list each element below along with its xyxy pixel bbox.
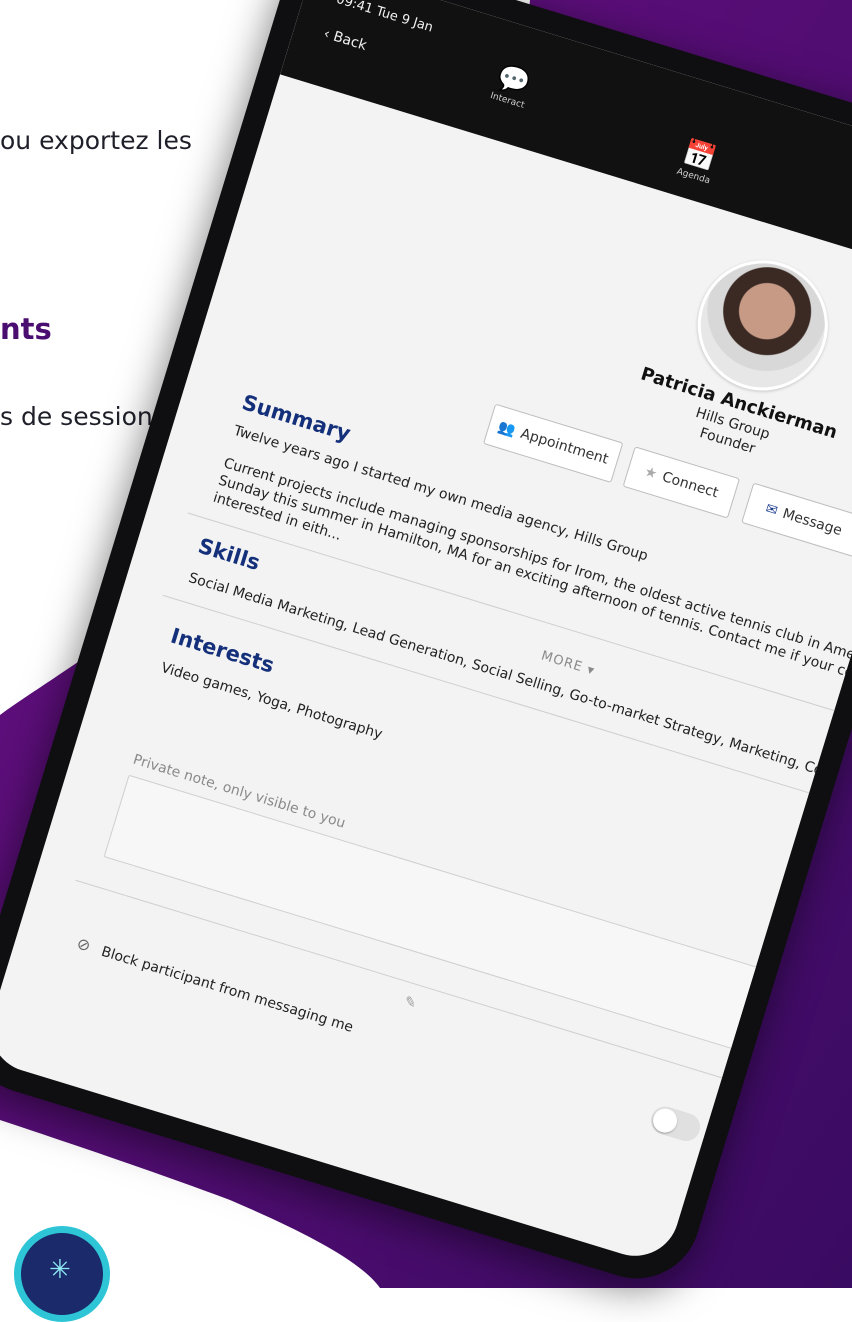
connect-button[interactable]: ★ Connect: [622, 446, 741, 519]
more-button[interactable]: MORE ▾: [539, 648, 596, 679]
message-button[interactable]: ✉ Message: [741, 482, 852, 558]
marketing-line-2: s de sessions: [0, 402, 166, 431]
interests-text: Video games, Yoga, Photography: [159, 659, 385, 743]
appointment-label: Appointment: [518, 425, 611, 468]
marketing-heading: nts: [0, 312, 52, 346]
status-date: Tue 9 Jan: [374, 4, 435, 36]
message-label: Message: [780, 505, 844, 540]
chevron-left-icon: ‹: [321, 25, 332, 43]
block-icon: ⊘: [74, 933, 94, 956]
block-toggle[interactable]: [647, 1103, 704, 1145]
nav-agenda[interactable]: 📅 Agenda: [649, 130, 747, 195]
status-time: 09:41: [334, 0, 375, 18]
nav-interact[interactable]: 💬 Interact: [463, 54, 561, 119]
back-label: Back: [331, 28, 369, 54]
envelope-icon: ✉: [763, 500, 780, 520]
marketing-line-1: ou exportez les: [0, 126, 192, 155]
status-bar: 09:41 Tue 9 Jan: [334, 0, 434, 36]
back-button[interactable]: ‹ Back: [322, 26, 369, 54]
block-participant-row[interactable]: ⊘ Block participant from messaging me: [75, 933, 356, 1035]
block-participant-label: Block participant from messaging me: [99, 943, 356, 1036]
skills-text: Social Media Marketing, Lead Generation,…: [186, 570, 852, 796]
pencil-icon: ✎: [402, 993, 419, 1013]
private-note-input[interactable]: [103, 774, 781, 1057]
caret-down-icon: ▾: [585, 662, 597, 680]
skills-heading: Skills: [195, 533, 263, 576]
brand-logo-icon: [14, 1226, 110, 1322]
people-icon: 👥: [496, 418, 518, 440]
star-icon: ★: [642, 463, 660, 483]
appointment-button[interactable]: 👥 Appointment: [482, 403, 624, 483]
connect-label: Connect: [660, 469, 721, 502]
more-label: MORE: [539, 648, 585, 676]
